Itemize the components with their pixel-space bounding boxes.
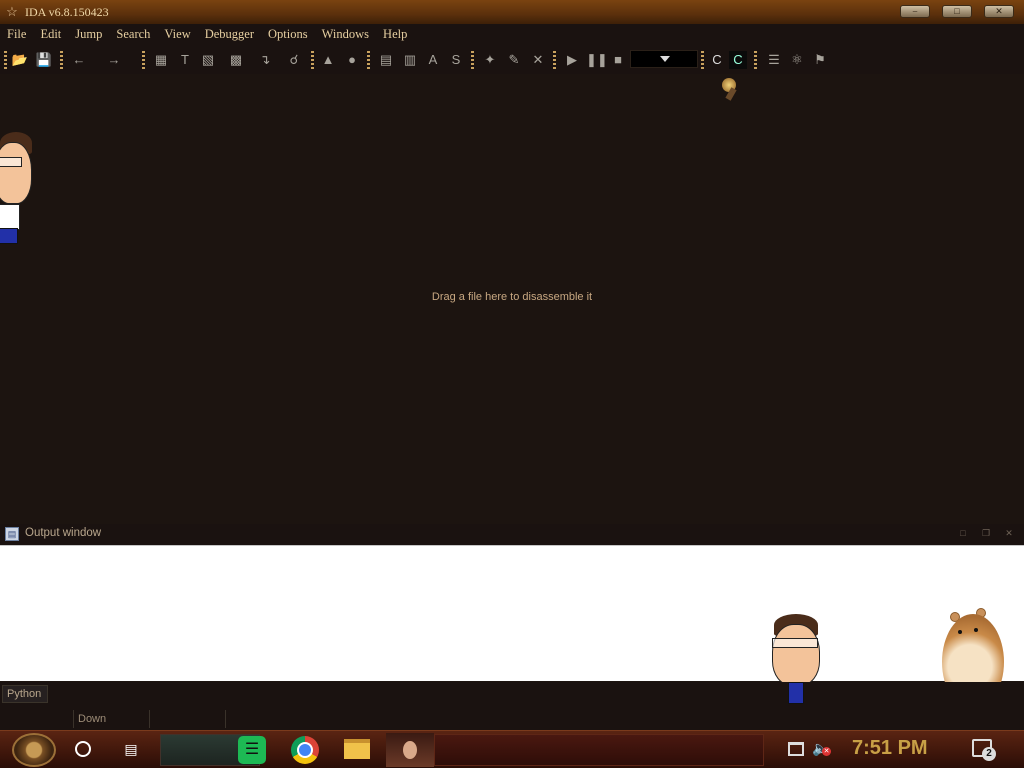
menu-windows[interactable]: Windows (322, 27, 369, 42)
title-bar: ☆ IDA v6.8.150423 ⎯ □ ✕ (0, 0, 1024, 24)
forward-arrow-icon[interactable]: → (105, 51, 123, 69)
status-state: Down (78, 713, 107, 725)
window-title: IDA v6.8.150423 (25, 4, 109, 19)
output-float-icon[interactable]: ❐ (981, 528, 991, 538)
menu-view[interactable]: View (164, 27, 190, 42)
play-icon[interactable]: ▶ (563, 51, 581, 69)
taskbar-running-apps (434, 734, 764, 766)
delete-icon[interactable]: ✕ (529, 51, 547, 69)
toolbar-grip[interactable] (311, 51, 314, 69)
menu-jump[interactable]: Jump (75, 27, 102, 42)
code-icon[interactable]: ▤ (377, 51, 395, 69)
maximize-button[interactable]: □ (942, 5, 972, 18)
make-code-icon[interactable]: ▦ (152, 51, 170, 69)
search-icon[interactable]: ☌ (285, 51, 303, 69)
make-text-icon[interactable]: T (176, 51, 194, 69)
plugin-c-icon[interactable]: C (708, 51, 726, 69)
make-data-icon[interactable]: ▧ (199, 51, 217, 69)
minimize-button[interactable]: ⎯ (900, 5, 930, 18)
output-window-controls: □ ❐ ✕ (958, 528, 1014, 538)
portrait-app-icon[interactable] (386, 733, 434, 767)
trace-icon[interactable]: ⚑ (811, 51, 829, 69)
window-controls: ⎯ □ ✕ (900, 5, 1014, 18)
menu-search[interactable]: Search (116, 27, 150, 42)
network-icon[interactable] (788, 742, 804, 756)
status-divider (225, 710, 226, 728)
make-array-icon[interactable]: ▩ (227, 51, 245, 69)
desktop-buddy-hank-legs (786, 682, 808, 706)
unk-icon[interactable]: ▥ (401, 51, 419, 69)
bee-mascot (714, 74, 744, 102)
notification-count-badge: 2 (982, 747, 996, 761)
thread-icon[interactable]: ⚛ (788, 51, 806, 69)
spotify-icon[interactable]: ☰ (238, 736, 266, 764)
close-button[interactable]: ✕ (984, 5, 1014, 18)
circle-icon[interactable]: ● (343, 51, 361, 69)
status-bar: Down (0, 706, 1024, 730)
toolbar-grip[interactable] (701, 51, 704, 69)
output-window-body[interactable] (0, 545, 1024, 726)
toolbar-grip[interactable] (754, 51, 757, 69)
save-icon[interactable]: 💾 (35, 51, 53, 69)
script-icon[interactable]: ☰ (765, 51, 783, 69)
toolbar-grip[interactable] (60, 51, 63, 69)
struct-icon[interactable]: S (447, 51, 465, 69)
output-restore-icon[interactable]: □ (958, 528, 968, 538)
string-icon[interactable]: A (424, 51, 442, 69)
plugin-c-dark-icon[interactable]: C (729, 51, 747, 69)
edit-icon[interactable]: ✎ (505, 51, 523, 69)
stop-icon[interactable]: ■ (609, 51, 627, 69)
taskbar-clock[interactable]: 7:51 PM (852, 737, 928, 760)
task-view-icon[interactable]: ▤ (122, 740, 140, 758)
debugger-combo[interactable] (630, 50, 698, 68)
menu-options[interactable]: Options (268, 27, 308, 42)
toolbar-grip[interactable] (471, 51, 474, 69)
mute-badge-icon: ✕ (822, 747, 831, 756)
status-divider (149, 710, 150, 728)
chevron-down-icon[interactable] (660, 56, 670, 62)
toolbar-grip[interactable] (367, 51, 370, 69)
chrome-icon[interactable] (291, 736, 319, 764)
cortana-icon[interactable] (75, 741, 91, 757)
command-bar: Python (0, 682, 1024, 706)
text-search-icon[interactable]: ▲ (319, 51, 337, 69)
file-explorer-icon[interactable] (344, 739, 370, 759)
python-language-button[interactable]: Python (2, 685, 48, 703)
back-arrow-icon[interactable]: ← (70, 51, 88, 69)
pause-icon[interactable]: ❚❚ (586, 51, 608, 69)
output-window-header: ▤ Output window □ ❐ ✕ (0, 524, 1024, 545)
toolbar-grip[interactable] (4, 51, 7, 69)
command-input[interactable] (52, 685, 1020, 703)
add-breakpoint-icon[interactable]: ✦ (481, 51, 499, 69)
toolbar-grip[interactable] (142, 51, 145, 69)
jump-down-icon[interactable]: ↴ (256, 51, 274, 69)
output-close-icon[interactable]: ✕ (1004, 528, 1014, 538)
output-window-title: Output window (25, 527, 102, 539)
desktop-buddy-left (0, 132, 34, 250)
menu-edit[interactable]: Edit (40, 27, 61, 42)
taskbar: ▤ ☰ 🔈 ✕ 7:51 PM 2 (0, 730, 1024, 768)
menu-bar: File Edit Jump Search View Debugger Opti… (0, 24, 1024, 44)
menu-file[interactable]: File (7, 27, 26, 42)
output-window-icon: ▤ (5, 527, 19, 541)
menu-debugger[interactable]: Debugger (205, 27, 254, 42)
main-view[interactable]: Drag a file here to disassemble it (0, 74, 1024, 524)
open-file-icon[interactable]: 📂 (11, 51, 29, 69)
toolbar: 📂 💾 ← → ▦ T ▧ ▩ ↴ ☌ ▲ ● ▤ ▥ A S ✦ ✎ ✕ ▶ … (0, 44, 1024, 74)
ida-app-icon[interactable]: ☆ (4, 4, 20, 20)
status-divider (73, 710, 74, 728)
menu-help[interactable]: Help (383, 27, 407, 42)
drag-hint: Drag a file here to disassemble it (431, 291, 593, 303)
start-button[interactable] (12, 733, 56, 767)
toolbar-grip[interactable] (553, 51, 556, 69)
